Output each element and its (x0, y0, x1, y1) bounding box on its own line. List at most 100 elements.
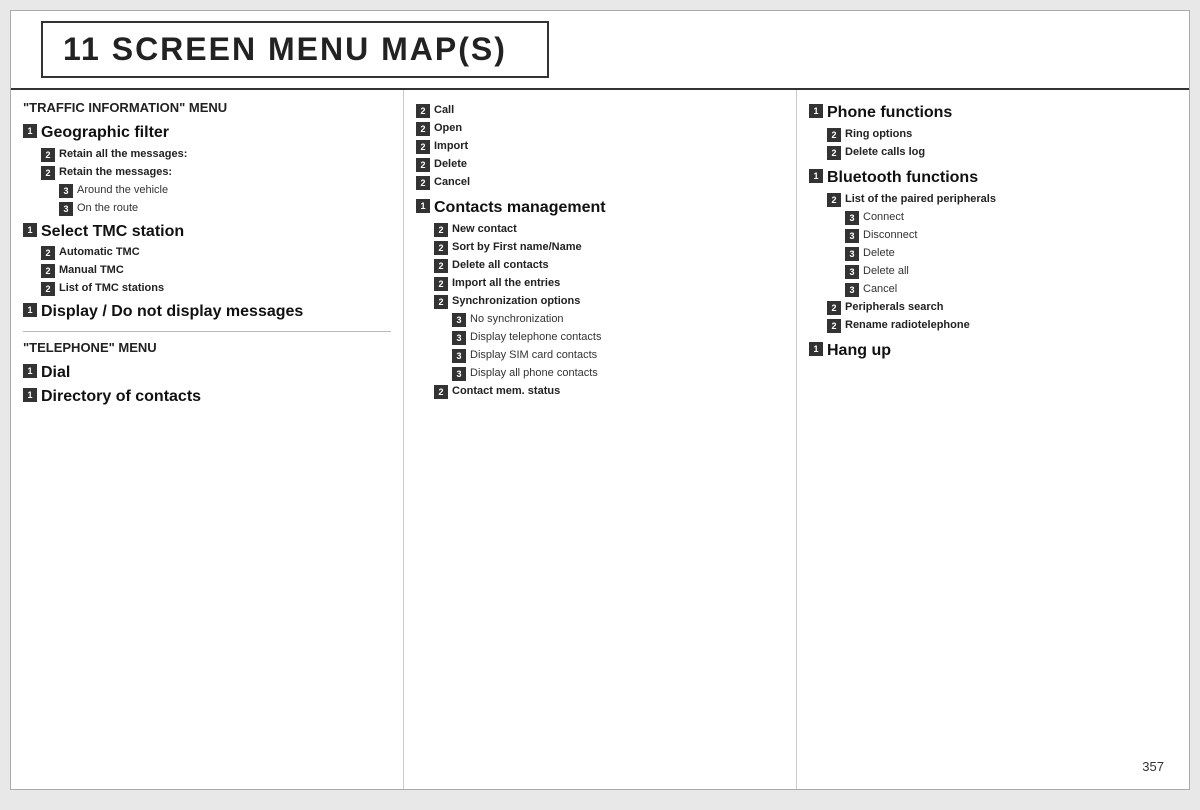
dial-label: Dial (41, 363, 70, 384)
badge-2-new: 2 (434, 223, 448, 237)
badge-2-open: 2 (416, 122, 430, 136)
badge-2-delcalls: 2 (827, 146, 841, 160)
no-sync-label: No synchronization (470, 312, 564, 326)
call-item: 2 Call (416, 103, 784, 118)
auto-tmc-item: 2 Automatic TMC (23, 245, 391, 260)
delete-all-item: 2 Delete all contacts (416, 258, 784, 273)
badge-1-hangup: 1 (809, 342, 823, 356)
content-area: "TRAFFIC INFORMATION" MENU 1 Geographic … (11, 90, 1189, 789)
badge-2c: 2 (41, 246, 55, 260)
column-1: "TRAFFIC INFORMATION" MENU 1 Geographic … (11, 90, 404, 789)
badge-2-periph: 2 (827, 301, 841, 315)
on-route-item: 3 On the route (23, 201, 391, 216)
hangup-label: Hang up (827, 341, 891, 362)
paired-list-item: 2 List of the paired peripherals (809, 192, 1177, 207)
badge-2b: 2 (41, 166, 55, 180)
badge-3-btcon: 3 (845, 211, 859, 225)
badge-2-sync: 2 (434, 295, 448, 309)
phone-functions-item: 1 Phone functions (809, 103, 1177, 124)
around-vehicle-item: 3 Around the vehicle (23, 183, 391, 198)
cancel-item: 2 Cancel (416, 175, 784, 190)
paired-list-label: List of the paired peripherals (845, 192, 996, 206)
badge-1d: 1 (23, 364, 37, 378)
import-all-label: Import all the entries (452, 276, 560, 290)
telephone-menu-title: "TELEPHONE" MENU (23, 340, 391, 357)
retain-msg-item: 2 Retain the messages: (23, 165, 391, 180)
badge-3-tel: 3 (452, 331, 466, 345)
list-tmc-label: List of TMC stations (59, 281, 164, 295)
page-title: 11 SCREEN MENU MAP(S) (63, 31, 507, 67)
badge-1-phone: 1 (809, 104, 823, 118)
ring-options-item: 2 Ring options (809, 127, 1177, 142)
import-item: 2 Import (416, 139, 784, 154)
cancel-label: Cancel (434, 175, 470, 189)
badge-1e: 1 (23, 388, 37, 402)
bt-deleteall-label: Delete all (863, 264, 909, 278)
import-label: Import (434, 139, 468, 153)
retain-msg-label: Retain the messages: (59, 165, 172, 179)
badge-3-btdel: 3 (845, 247, 859, 261)
bt-disconnect-item: 3 Disconnect (809, 228, 1177, 243)
select-tmc-item: 1 Select TMC station (23, 222, 391, 243)
display-msg-label: Display / Do not display messages (41, 302, 303, 323)
badge-3-nosync: 3 (452, 313, 466, 327)
call-label: Call (434, 103, 454, 117)
contacts-mgmt-label: Contacts management (434, 198, 606, 219)
geo-filter-label: Geographic filter (41, 123, 169, 144)
badge-2-sort: 2 (434, 241, 448, 255)
badge-2-mem: 2 (434, 385, 448, 399)
badge-3-sim: 3 (452, 349, 466, 363)
rename-radio-item: 2 Rename radiotelephone (809, 318, 1177, 333)
new-contact-item: 2 New contact (416, 222, 784, 237)
no-sync-item: 3 No synchronization (416, 312, 784, 327)
badge-2-rename: 2 (827, 319, 841, 333)
column-3: 1 Phone functions 2 Ring options 2 Delet… (797, 90, 1189, 789)
bluetooth-item: 1 Bluetooth functions (809, 168, 1177, 189)
display-all-item: 3 Display all phone contacts (416, 366, 784, 381)
sync-options-label: Synchronization options (452, 294, 580, 308)
delete-item: 2 Delete (416, 157, 784, 172)
phone-functions-label: Phone functions (827, 103, 952, 124)
periph-search-item: 2 Peripherals search (809, 300, 1177, 315)
badge-2-delete: 2 (416, 158, 430, 172)
badge-3b: 3 (59, 202, 73, 216)
rename-radio-label: Rename radiotelephone (845, 318, 970, 332)
bt-disconnect-label: Disconnect (863, 228, 917, 242)
list-tmc-item: 2 List of TMC stations (23, 281, 391, 296)
badge-3a: 3 (59, 184, 73, 198)
badge-2-call: 2 (416, 104, 430, 118)
badge-2d: 2 (41, 264, 55, 278)
display-all-label: Display all phone contacts (470, 366, 598, 380)
retain-all-item: 2 Retain all the messages: (23, 147, 391, 162)
title-bar: 11 SCREEN MENU MAP(S) (11, 11, 1189, 90)
geo-filter-item: 1 Geographic filter (23, 123, 391, 144)
ring-options-label: Ring options (845, 127, 912, 141)
delete-calls-item: 2 Delete calls log (809, 145, 1177, 160)
badge-1-contacts: 1 (416, 199, 430, 213)
bt-delete-item: 3 Delete (809, 246, 1177, 261)
badge-2-import: 2 (416, 140, 430, 154)
directory-label: Directory of contacts (41, 387, 201, 408)
bluetooth-label: Bluetooth functions (827, 168, 978, 189)
around-vehicle-label: Around the vehicle (77, 183, 168, 197)
manual-tmc-item: 2 Manual TMC (23, 263, 391, 278)
on-route-label: On the route (77, 201, 138, 215)
badge-1c: 1 (23, 303, 37, 317)
sync-options-item: 2 Synchronization options (416, 294, 784, 309)
open-item: 2 Open (416, 121, 784, 136)
badge-2-paired: 2 (827, 193, 841, 207)
delete-calls-label: Delete calls log (845, 145, 925, 159)
display-msg-item: 1 Display / Do not display messages (23, 302, 391, 323)
badge-1-bt: 1 (809, 169, 823, 183)
bt-cancel-label: Cancel (863, 282, 897, 296)
contact-mem-label: Contact mem. status (452, 384, 560, 398)
manual-tmc-label: Manual TMC (59, 263, 124, 277)
badge-1b: 1 (23, 223, 37, 237)
display-sim-label: Display SIM card contacts (470, 348, 597, 362)
badge-3-btcancel: 3 (845, 283, 859, 297)
badge-2e: 2 (41, 282, 55, 296)
bt-connect-label: Connect (863, 210, 904, 224)
contact-mem-item: 2 Contact mem. status (416, 384, 784, 399)
badge-2-importall: 2 (434, 277, 448, 291)
badge-1: 1 (23, 124, 37, 138)
